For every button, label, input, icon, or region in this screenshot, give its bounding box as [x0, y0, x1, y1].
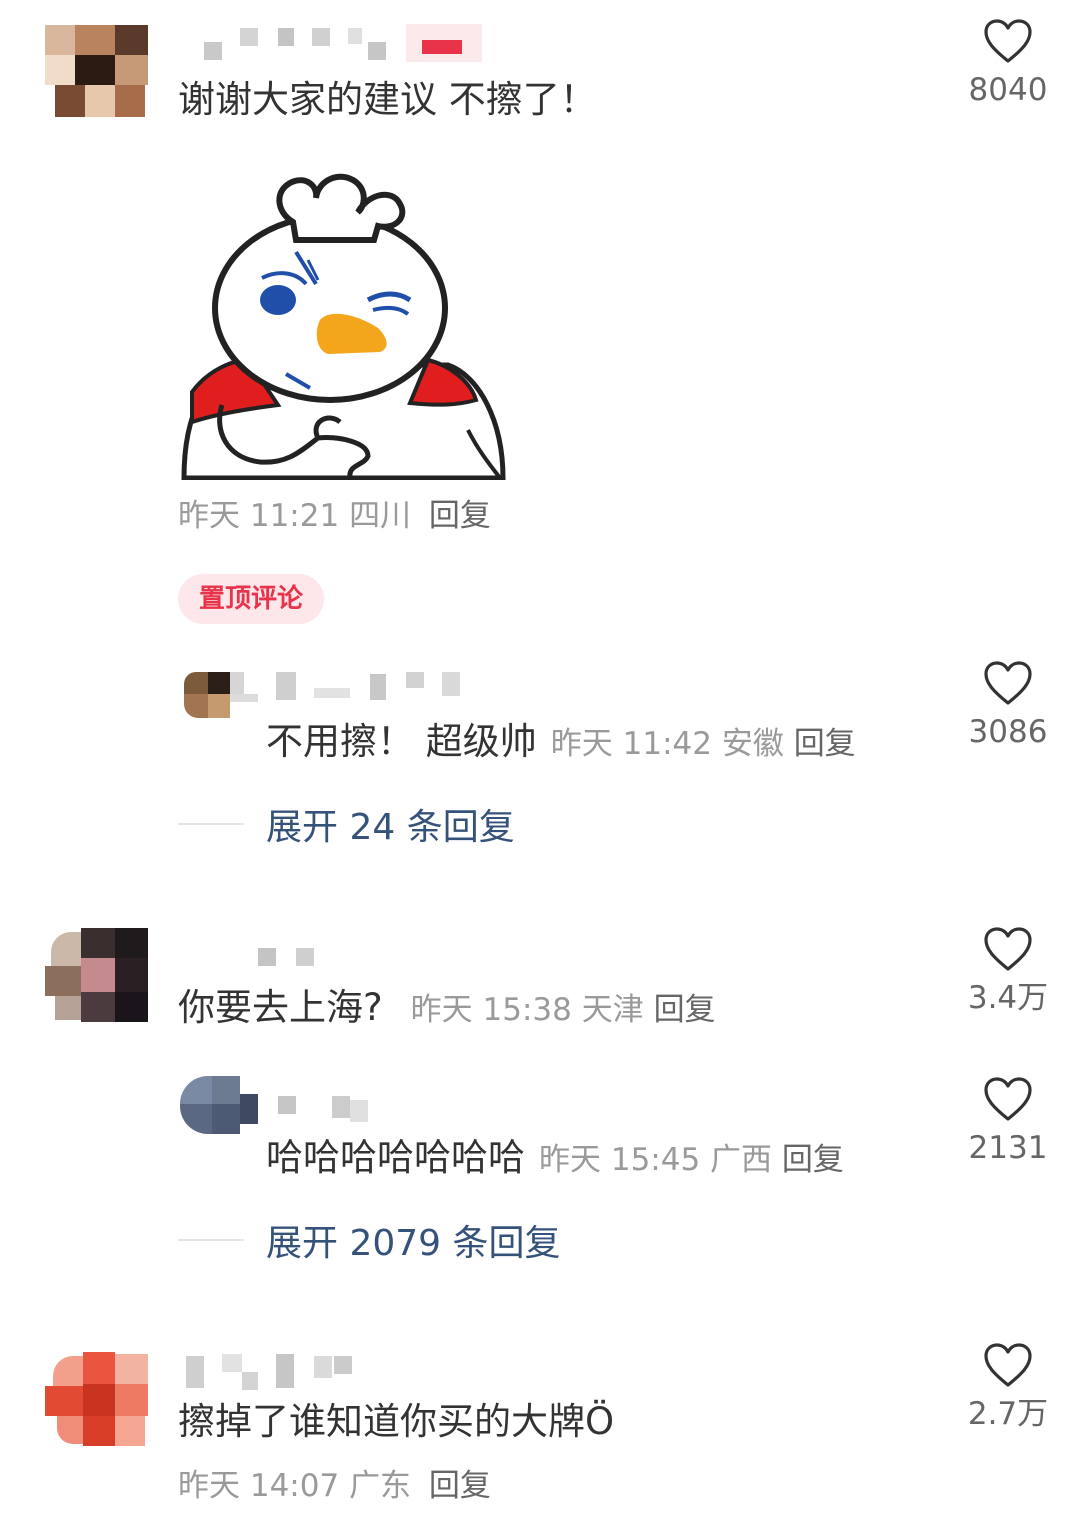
- comment-time: 昨天 11:21: [178, 498, 340, 534]
- reply-time: 昨天 15:45: [539, 1142, 701, 1178]
- avatar[interactable]: [180, 668, 260, 722]
- user-nickname[interactable]: [200, 24, 500, 64]
- expand-replies-label: 展开 24 条回复: [266, 807, 515, 848]
- comment-time: 昨天 14:07: [178, 1468, 340, 1504]
- reply-button[interactable]: 回复: [429, 1468, 491, 1504]
- comment-location: 四川: [349, 498, 412, 534]
- like-count: 2.7万: [967, 1396, 1049, 1432]
- user-nickname[interactable]: [274, 668, 474, 702]
- avatar[interactable]: [178, 1072, 260, 1136]
- heart-outline-icon: [984, 927, 1032, 971]
- avatar[interactable]: [45, 25, 148, 117]
- reply-text: 哈哈哈哈哈哈哈: [266, 1136, 525, 1179]
- heart-outline-icon: [984, 1343, 1032, 1387]
- comment-text-row: 你要去上海? 昨天 15:38 天津 回复: [178, 986, 716, 1032]
- pinned-badge: 置顶评论: [178, 574, 324, 624]
- heart-outline-icon: [984, 19, 1032, 63]
- reply-button[interactable]: 回复: [429, 498, 491, 534]
- expand-replies-button[interactable]: 展开 2079 条回复: [178, 1214, 561, 1266]
- reply-time: 昨天 11:42: [550, 726, 712, 762]
- duck-king-sticker[interactable]: [178, 160, 508, 481]
- avatar[interactable]: [45, 928, 148, 1022]
- reply-button[interactable]: 回复: [654, 992, 716, 1028]
- comment-location: 广东: [349, 1468, 412, 1504]
- comment-text: 你要去上海?: [178, 986, 383, 1029]
- like-count: 3086: [968, 714, 1048, 750]
- like-count: 2131: [968, 1130, 1048, 1166]
- expand-replies-button[interactable]: 展开 24 条回复: [178, 798, 515, 850]
- reply-button[interactable]: 回复: [794, 726, 856, 762]
- like-button[interactable]: 2.7万: [948, 1342, 1068, 1434]
- reply-text: 不用擦！ 超级帅: [266, 720, 537, 763]
- comment-meta: 昨天 14:07 广东 回复: [178, 1466, 491, 1506]
- like-count: 3.4万: [967, 980, 1049, 1016]
- heart-outline-icon: [984, 661, 1032, 705]
- divider: [178, 823, 244, 825]
- like-button[interactable]: 3.4万: [948, 926, 1068, 1018]
- comment-text: 擦掉了谁知道你买的大牌Ö: [178, 1400, 615, 1443]
- reply-location: 安徽: [721, 726, 784, 762]
- like-button[interactable]: 2131: [948, 1076, 1068, 1168]
- comment-time: 昨天 15:38: [410, 992, 572, 1028]
- divider: [178, 1239, 244, 1241]
- reply-location: 广西: [710, 1142, 773, 1178]
- comment-meta: 昨天 11:21 四川 回复: [178, 496, 491, 536]
- comment-location: 天津: [581, 992, 644, 1028]
- like-count: 8040: [968, 72, 1048, 108]
- avatar[interactable]: [45, 1352, 148, 1446]
- reply-text-row: 不用擦！ 超级帅 昨天 11:42 安徽 回复: [266, 720, 856, 766]
- reply-button[interactable]: 回复: [782, 1142, 844, 1178]
- heart-outline-icon: [984, 1077, 1032, 1121]
- comment-text: 谢谢大家的建议 不擦了！: [178, 78, 597, 121]
- like-button[interactable]: 8040: [948, 18, 1068, 110]
- like-button[interactable]: 3086: [948, 660, 1068, 752]
- user-nickname[interactable]: [184, 1352, 384, 1392]
- expand-replies-label: 展开 2079 条回复: [266, 1223, 561, 1264]
- reply-text-row: 哈哈哈哈哈哈哈 昨天 15:45 广西 回复: [266, 1136, 844, 1182]
- user-nickname[interactable]: [256, 946, 326, 970]
- user-nickname[interactable]: [276, 1094, 376, 1122]
